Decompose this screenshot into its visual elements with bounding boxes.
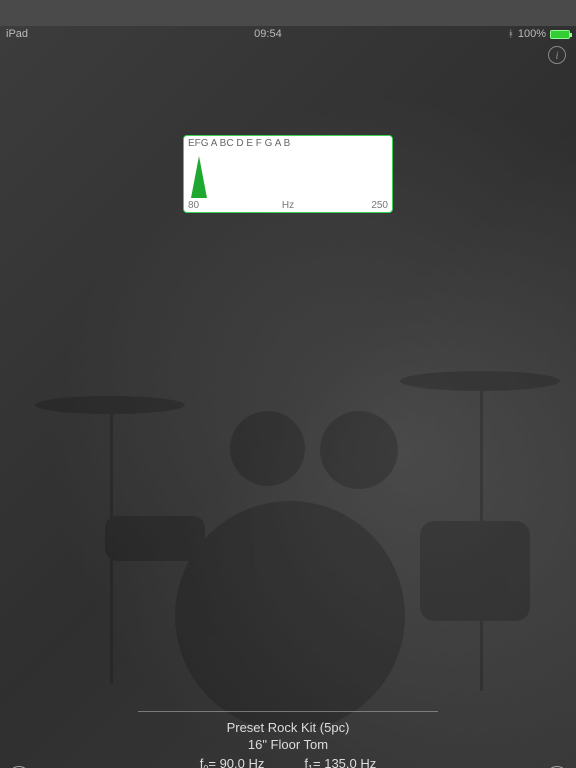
preset-f0: f0= 90.0 Hz [200, 756, 265, 768]
bluetooth-icon: ᚼ [508, 29, 514, 40]
status-time: 09:54 [254, 28, 282, 40]
footer-divider [138, 711, 438, 712]
preset-f1: f1= 135.0 Hz [304, 756, 376, 768]
axis-unit: Hz [282, 200, 294, 211]
status-device: iPad [6, 28, 28, 40]
axis-max: 250 [371, 200, 388, 211]
spectrum-axis: 80 Hz 250 [184, 198, 392, 212]
preset-name[interactable]: Preset Rock Kit (5pc) [0, 720, 576, 735]
preset-drum[interactable]: 16" Floor Tom [0, 737, 576, 752]
status-bar: iPad 09:54 ᚼ 100% [0, 26, 576, 42]
spectrum-plot-area [184, 152, 392, 198]
note-scale: EFG A BC D E F G A B [184, 138, 392, 152]
info-button[interactable]: i [548, 46, 566, 64]
spectrum-peak [191, 156, 207, 198]
spectrum-chart[interactable]: EFG A BC D E F G A B 80 Hz 250 [183, 135, 393, 213]
battery-pct: 100% [518, 28, 546, 40]
preset-footer: Preset Rock Kit (5pc) 16" Floor Tom f0= … [0, 711, 576, 768]
battery-icon [550, 30, 570, 39]
axis-min: 80 [188, 200, 199, 211]
